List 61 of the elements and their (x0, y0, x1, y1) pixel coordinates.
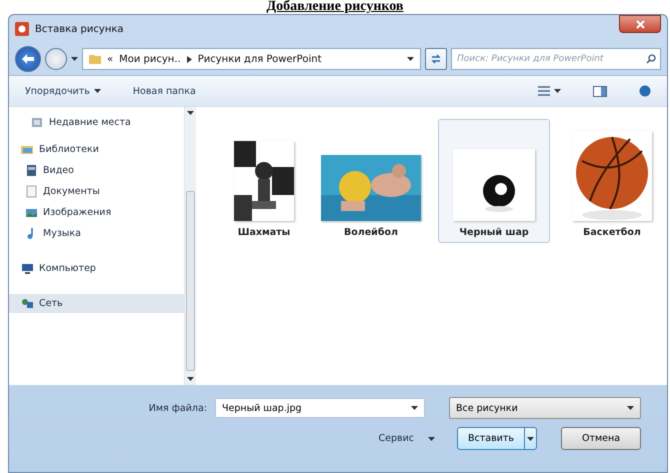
caret-icon (428, 436, 435, 440)
file-tile[interactable]: Шахматы (224, 119, 304, 243)
sidebar-item[interactable]: Видео (9, 161, 184, 180)
back-button[interactable] (15, 46, 41, 72)
file-tile[interactable]: Волейбол (318, 119, 424, 243)
breadcrumb-overflow[interactable]: « (107, 54, 114, 64)
caret-icon (627, 406, 634, 410)
file-tile[interactable]: Черный шар (438, 119, 550, 243)
sidebar-item[interactable]: Недавние места (9, 113, 184, 132)
video-icon (25, 164, 38, 177)
document-icon (25, 185, 38, 198)
image-icon (25, 206, 38, 219)
file-tile[interactable]: Баскетбол (564, 119, 660, 243)
caret-icon (407, 57, 414, 61)
computer-icon (21, 262, 34, 275)
cancel-button[interactable]: Отмена (561, 427, 641, 450)
sidebar-item[interactable]: Сеть (9, 294, 184, 313)
sidebar-item[interactable]: Компьютер (9, 259, 184, 278)
breadcrumb-item[interactable]: Рисунки для PowerPoint (198, 54, 322, 64)
pane-icon (593, 86, 607, 96)
refresh-icon (430, 54, 442, 64)
address-bar[interactable]: « Мои рисун.. Рисунки для PowerPoint (82, 48, 421, 70)
sidebar-item[interactable]: Музыка (9, 224, 184, 243)
list-view-icon (538, 86, 550, 96)
search-icon (646, 54, 656, 64)
library-icon (21, 143, 34, 156)
network-icon (21, 297, 34, 310)
caret-icon (527, 436, 534, 440)
sidebar-item[interactable]: Документы (9, 182, 184, 201)
recent-icon (31, 116, 44, 129)
preview-pane-button[interactable] (591, 84, 609, 98)
page-heading: Добавление рисунков (266, 0, 404, 14)
file-type-select[interactable]: Все рисунки (449, 397, 641, 419)
sidebar-item[interactable]: Библиотеки (9, 140, 184, 159)
close-button[interactable] (619, 15, 661, 33)
caret-icon (94, 89, 101, 93)
filename-label: Имя файла: (148, 402, 207, 414)
new-folder-button[interactable]: Новая папка (130, 84, 198, 98)
caret-icon (411, 406, 418, 410)
forward-button[interactable] (45, 48, 67, 70)
window-title: Вставка рисунка (35, 24, 125, 34)
help-button[interactable] (637, 83, 653, 99)
tools-button[interactable]: Сервис (372, 432, 441, 445)
caret-icon (187, 377, 194, 381)
caret-icon (554, 89, 561, 93)
caret-icon (71, 57, 78, 61)
organize-button[interactable]: Упорядочить (23, 84, 103, 98)
back-arrow-icon (21, 53, 35, 65)
app-icon (15, 22, 29, 36)
filename-field[interactable]: Черный шар.jpg (215, 398, 425, 418)
chevron-icon (186, 56, 192, 62)
view-button[interactable] (536, 84, 563, 98)
refresh-button[interactable] (425, 48, 447, 70)
folder-icon (89, 53, 101, 65)
breadcrumb-item[interactable]: Мои рисун.. (119, 54, 181, 64)
search-field[interactable]: Поиск: Рисунки для PowerPoint (451, 48, 661, 70)
close-icon (636, 20, 644, 28)
caret-icon (187, 111, 194, 115)
scrollbar[interactable] (184, 107, 196, 385)
insert-button[interactable]: Вставить (457, 427, 537, 450)
sidebar-item[interactable]: Изображения (9, 203, 184, 222)
